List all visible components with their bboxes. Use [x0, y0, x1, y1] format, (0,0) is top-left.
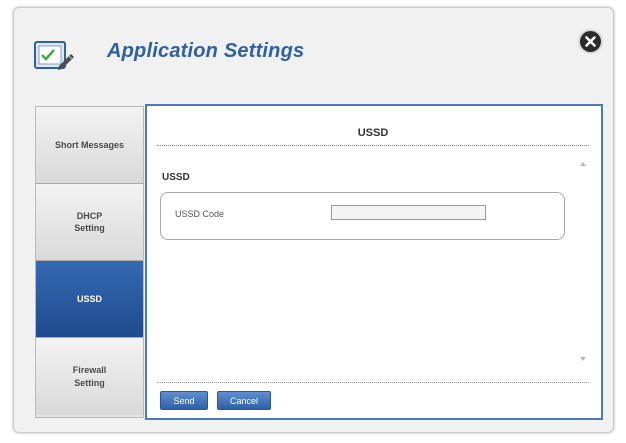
sidebar-item-short-messages[interactable]: Short Messages	[36, 107, 143, 184]
section-label: USSD	[162, 172, 190, 183]
sidebar-item-ussd[interactable]: USSD	[36, 261, 143, 338]
bottom-divider	[157, 382, 589, 383]
settings-sidebar: Short Messages DHCP Setting USSD Firewal…	[35, 106, 144, 418]
application-settings-dialog: Application Settings Short Messages DHCP…	[13, 7, 614, 433]
ussd-code-label: USSD Code	[175, 209, 225, 219]
sidebar-item-label: Firewall Setting	[72, 365, 107, 388]
sidebar-item-label: USSD	[76, 293, 102, 304]
sidebar-item-label: DHCP Setting	[74, 210, 105, 233]
close-icon[interactable]	[580, 31, 601, 52]
send-button[interactable]: Send	[160, 391, 208, 410]
ussd-section-box: USSD Code	[160, 192, 565, 240]
panel-content: USSD USSD Code	[157, 154, 589, 369]
dialog-header: Application Settings	[14, 8, 613, 103]
panel-title: USSD	[357, 127, 389, 139]
settings-document-icon	[33, 36, 77, 76]
scroll-up-arrow-icon[interactable]	[580, 162, 586, 166]
sidebar-item-label: Short Messages	[54, 139, 125, 150]
cancel-button[interactable]: Cancel	[217, 391, 271, 410]
vertical-scrollbar[interactable]	[578, 154, 589, 369]
title-divider	[157, 145, 589, 146]
ussd-panel: USSD USSD USSD Code Send Cancel	[145, 104, 603, 420]
dialog-title: Application Settings	[107, 40, 305, 62]
scroll-down-arrow-icon[interactable]	[580, 357, 586, 361]
sidebar-item-firewall-setting[interactable]: Firewall Setting	[36, 338, 143, 415]
sidebar-item-dhcp-setting[interactable]: DHCP Setting	[36, 184, 143, 261]
ussd-code-input[interactable]	[331, 205, 486, 220]
